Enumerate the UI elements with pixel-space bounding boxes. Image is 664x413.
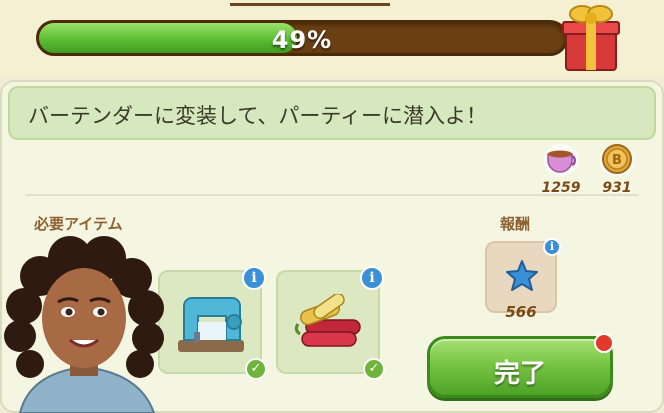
done-button-label: 完了 [493,359,546,389]
divider [26,194,638,196]
required-items-label: 必要アイテム [34,215,123,233]
sewing-machine-icon [178,297,244,352]
currency-coin: B 931 [592,142,642,196]
reward-info-icon[interactable]: i [543,238,561,256]
check-icon: ✓ [363,358,385,380]
notification-dot [594,333,614,353]
reward-label: 報酬 [500,215,531,233]
quest-banner: バーテンダーに変装して、パーティーに潜入よ！ [8,86,656,140]
progress-label: 49% [271,26,333,54]
title-fragment [230,0,390,6]
tea-cup-icon [543,144,579,176]
done-button[interactable]: 完了 [427,336,613,398]
blue-star-icon [506,260,538,291]
gift-box-icon[interactable] [560,0,622,72]
fabric-rolls-icon [294,294,361,347]
info-icon[interactable]: i [242,266,266,290]
svg-text:B: B [612,153,622,168]
check-icon: ✓ [245,358,267,380]
info-icon[interactable]: i [360,266,384,290]
progress-bar: 49% [36,20,568,56]
reward-amount: 566 [505,303,537,321]
coin-icon: B [599,144,635,176]
quest-description: バーテンダーに変装して、パーティーに潜入よ！ [28,104,488,128]
currency-tea: 1259 [536,142,586,196]
character-avatar [4,236,164,413]
top-bar: 49% [0,0,664,78]
